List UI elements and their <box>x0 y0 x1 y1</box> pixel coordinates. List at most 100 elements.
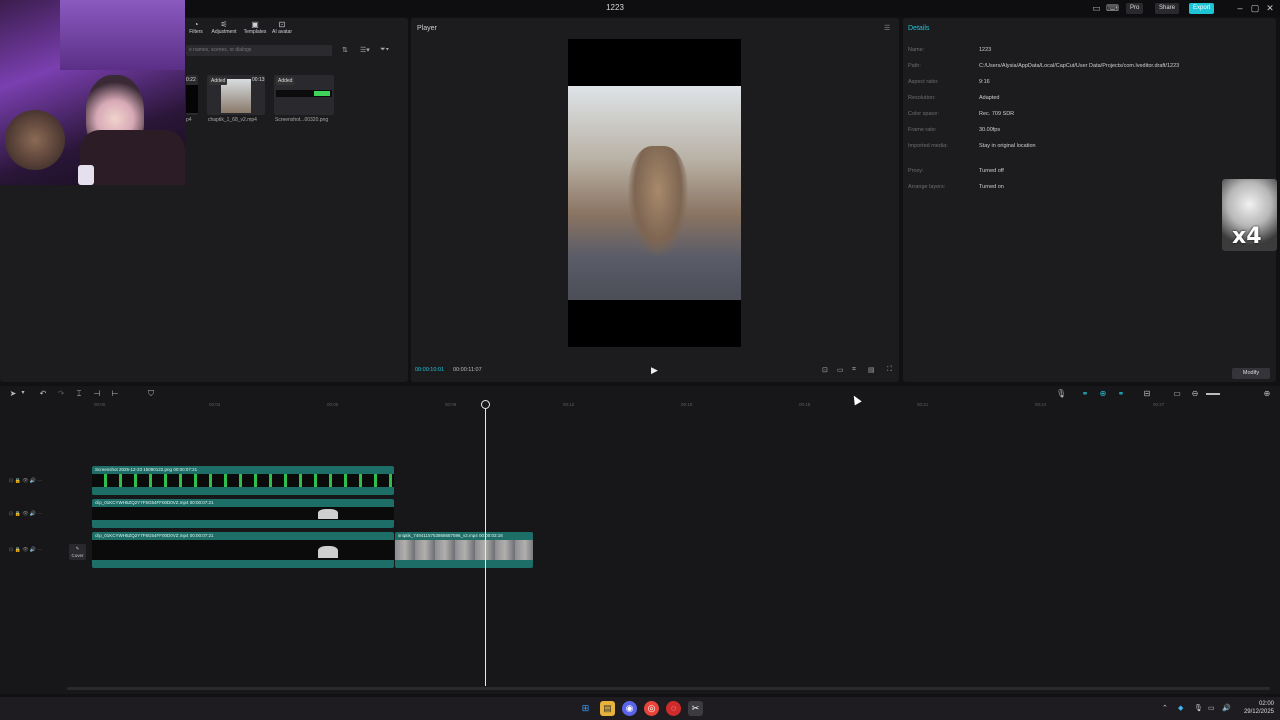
layout-icon[interactable]: ▭ <box>1091 3 1102 14</box>
squirrel-image <box>628 146 688 256</box>
detail-key: Name: <box>908 47 925 53</box>
player-menu-icon[interactable]: ☰ <box>884 24 890 32</box>
clock-date: 29/12/2025 <box>1243 709 1274 715</box>
minimize-icon[interactable]: – <box>1233 2 1247 15</box>
taskbar <box>0 697 1280 720</box>
filter-icon[interactable]: ⏷▾ <box>380 46 389 54</box>
ruler-tick: 00:24 <box>1035 402 1047 407</box>
close-icon[interactable]: ✕ <box>1263 2 1277 15</box>
split-icon[interactable]: ⌶ <box>74 389 84 399</box>
track-controls[interactable]: ⊡ 🔒 👁 🔊 ⋯ <box>9 511 43 517</box>
magnet-icon[interactable]: ⊕ <box>1098 389 1108 398</box>
media-item[interactable]: 0:22 <box>186 75 198 115</box>
browser-icon[interactable]: ◌ <box>666 701 681 716</box>
media-item-name: Screenshot...00320.png <box>275 117 329 123</box>
media-item[interactable]: Added <box>274 75 334 115</box>
shield-icon[interactable]: ⛉ <box>146 389 156 399</box>
link-main-icon[interactable]: ⚭ <box>1080 389 1090 398</box>
sort-icon[interactable]: ⇅ <box>342 46 348 54</box>
detail-value: Rec. 709 SDR <box>979 111 1015 117</box>
detail-key: Resolution: <box>908 95 936 101</box>
details-panel <box>903 18 1276 382</box>
webcam-overlay <box>0 0 185 185</box>
ratio-icon[interactable]: ▭ <box>837 366 844 374</box>
captions-icon[interactable]: ▭ <box>1172 389 1182 398</box>
select-tool-icon[interactable]: ➤ <box>8 389 18 398</box>
detail-key: Path: <box>908 63 921 69</box>
track-controls[interactable]: ⊡ 🔒 👁 🔊 ⋯ <box>9 478 43 484</box>
undo-icon[interactable]: ↶ <box>38 389 48 398</box>
tab-label: Filters <box>189 29 203 35</box>
zoom-fit-timeline-icon[interactable]: ⊕ <box>1262 389 1272 398</box>
redo-icon[interactable]: ↷ <box>56 389 66 398</box>
ruler-tick: 00:12 <box>563 402 575 407</box>
timeline-clip[interactable]: sniptik_7494115753868687596_v2.mp4 00:00… <box>395 532 533 568</box>
preview-axis-icon[interactable]: ⊟ <box>1142 389 1152 398</box>
media-search-input[interactable]: e names, scenes, or dialogs <box>186 45 332 56</box>
zoom-fit-icon[interactable]: ⌗ <box>852 366 856 374</box>
crop-icon[interactable]: ⊡ <box>822 366 828 374</box>
video-preview[interactable] <box>568 39 741 347</box>
clip-label: clip_01KCYWH5ZQ2Y7F6G54FF00D0VZ.mp4 00:0… <box>95 500 214 505</box>
detail-key: Arrange layers: <box>908 184 946 190</box>
modify-button[interactable]: Modify <box>1232 368 1270 379</box>
ruler-tick: 00:09 <box>445 402 457 407</box>
export-button[interactable]: Export <box>1189 3 1215 14</box>
linkage-icon[interactable]: ⚭ <box>1116 389 1126 398</box>
chevron-up-icon[interactable]: ⌃ <box>1162 704 1168 712</box>
ruler-tick: 00:21 <box>917 402 929 407</box>
windows-start-icon[interactable]: ⊞ <box>578 701 593 716</box>
zoom-slider[interactable] <box>1206 393 1220 395</box>
fullscreen-icon[interactable]: ⛶ <box>887 366 892 374</box>
discord-icon[interactable]: ◉ <box>622 701 637 716</box>
chrome-icon[interactable]: ◎ <box>644 701 659 716</box>
microphone-icon[interactable]: 🎙 <box>1056 389 1066 398</box>
list-view-icon[interactable]: ☰▾ <box>360 46 370 54</box>
shortcuts-icon[interactable]: ⌨ <box>1106 3 1119 14</box>
capcut-icon[interactable]: ✂ <box>688 701 703 716</box>
timeline-scrollbar[interactable] <box>67 687 1270 690</box>
microphone-tray-icon[interactable]: 🎙 <box>1194 704 1203 712</box>
ruler-tick: 00:06 <box>327 402 339 407</box>
clip-thumbnails <box>92 507 394 520</box>
media-item[interactable]: Added 00:13 <box>207 75 265 115</box>
volume-icon[interactable]: 🔊 <box>1222 704 1231 712</box>
tray-app-icon[interactable]: ◆ <box>1178 704 1183 712</box>
playhead-handle[interactable] <box>481 400 490 409</box>
split-left-icon[interactable]: ⊣ <box>92 389 102 398</box>
current-timecode: 00:00:10:01 <box>415 367 445 373</box>
file-explorer-icon[interactable]: ▤ <box>600 701 615 716</box>
clip-label: Screenshot 2025-12-23 15090122.png 00:00… <box>95 467 198 472</box>
clip-label: clip_01KCYWH5ZQ2Y7F6G54FF00D0VZ.mp4 00:0… <box>95 533 214 538</box>
ruler-tick: 00:18 <box>799 402 811 407</box>
clip-thumbnails <box>92 474 394 487</box>
ruler-tick: 00:03 <box>209 402 221 407</box>
detail-key: Proxy: <box>908 168 924 174</box>
streamer-body <box>80 130 185 185</box>
timeline-clip[interactable]: clip_01KCYWH5ZQ2Y7F6G54FF00D0VZ.mp4 00:0… <box>92 499 394 528</box>
timeline-clip[interactable]: Screenshot 2025-12-23 15090122.png 00:00… <box>92 466 394 495</box>
clip-thumbnails <box>92 540 394 560</box>
track-controls[interactable]: ⊡ 🔒 👁 🔊 ⋯ <box>9 547 43 553</box>
tab-label: Templates <box>243 29 267 35</box>
tab-label: AI avatar <box>271 29 292 35</box>
clock-time: 02:00 <box>1258 701 1274 707</box>
play-icon[interactable]: ▶ <box>651 365 658 376</box>
total-timecode: 00:00:11:07 <box>453 367 482 373</box>
timeline-clip[interactable]: clip_01KCYWH5ZQ2Y7F6G54FF00D0VZ.mp4 00:0… <box>92 532 394 568</box>
network-icon[interactable]: ▭ <box>1208 704 1215 712</box>
cover-button[interactable]: ✎ Cover <box>69 544 86 560</box>
zoom-out-icon[interactable]: ⊖ <box>1190 389 1200 398</box>
clock[interactable]: 02:00 29/12/2025 <box>1238 700 1274 716</box>
split-right-icon[interactable]: ⊢ <box>110 389 120 398</box>
duration-badge: 00:13 <box>252 77 265 83</box>
playhead[interactable] <box>485 404 486 686</box>
share-button[interactable]: Share <box>1155 3 1180 14</box>
tab-ai-avatar[interactable]: ⊡ AI avatar <box>264 20 300 35</box>
detail-value: C:/Users/Alysia/AppData/Local/CapCut/Use… <box>979 63 1180 69</box>
maximize-icon[interactable]: ▢ <box>1248 2 1262 15</box>
aspect-icon[interactable]: ▤ <box>868 366 875 374</box>
tool-dropdown-icon[interactable]: ▾ <box>18 389 28 396</box>
pro-button[interactable]: Pro <box>1126 3 1144 14</box>
detail-value: 9:16 <box>979 79 990 85</box>
